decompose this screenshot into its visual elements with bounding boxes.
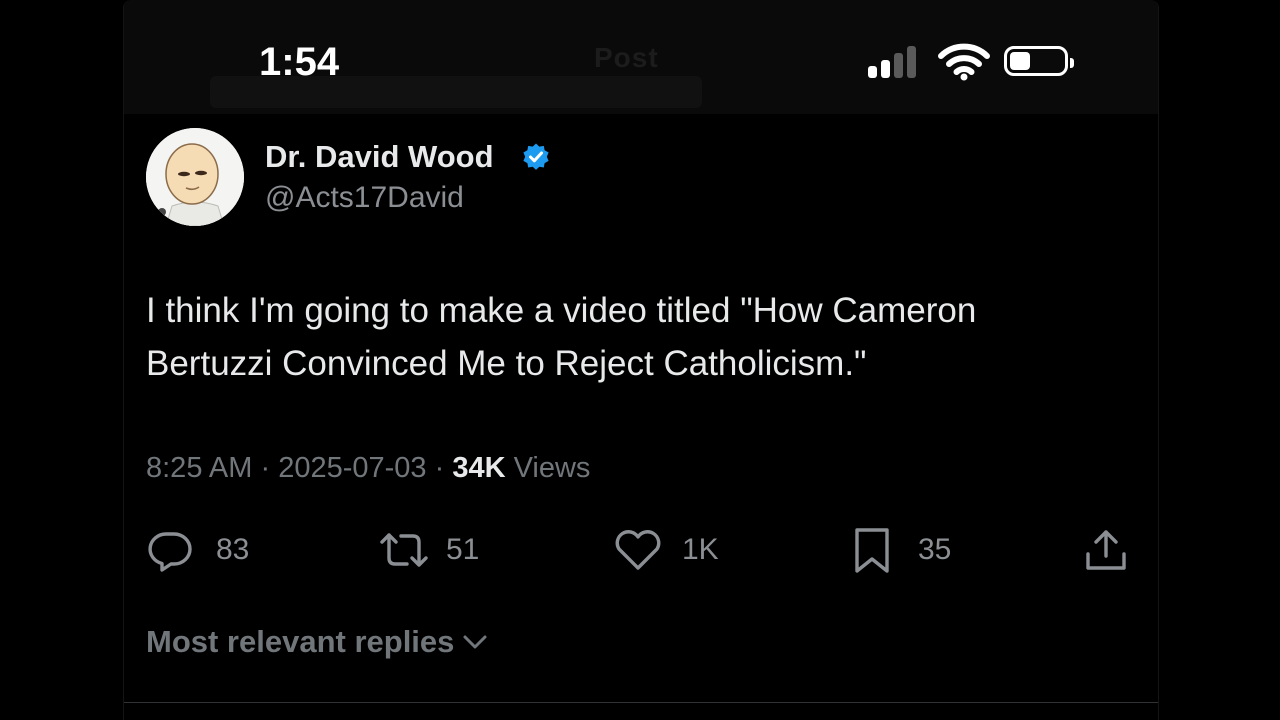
cellular-signal-icon <box>868 44 922 78</box>
avatar-image <box>146 128 244 226</box>
like-count: 1K <box>682 533 719 566</box>
meta-separator: · <box>260 452 279 484</box>
reply-icon <box>148 532 192 572</box>
replies-sort-dropdown[interactable]: Most relevant replies <box>146 624 488 660</box>
status-time: 1:54 <box>259 40 340 84</box>
views-count[interactable]: 34K <box>452 452 505 484</box>
heart-icon <box>615 530 661 570</box>
like-button[interactable]: 1K <box>612 526 719 574</box>
author-handle[interactable]: @Acts17David <box>265 181 464 215</box>
tweet-metadata: 8:25 AM · 2025-07-03 · 34K Views <box>146 452 590 485</box>
repost-count: 51 <box>446 533 480 566</box>
bookmark-button[interactable]: 35 <box>850 526 951 574</box>
tweet-date[interactable]: 2025-07-03 <box>278 452 426 484</box>
repost-button[interactable]: 51 <box>376 526 479 574</box>
replies-sort-label: Most relevant replies <box>146 624 455 659</box>
status-bar: Post 1:54 <box>124 0 1158 114</box>
tweet-text: I think I'm going to make a video titled… <box>146 291 977 383</box>
verified-badge-icon <box>523 143 549 170</box>
repost-icon <box>380 533 428 567</box>
avatar[interactable] <box>146 128 244 226</box>
bookmark-icon <box>855 528 889 573</box>
section-divider <box>124 702 1158 703</box>
bookmark-count: 35 <box>918 533 952 566</box>
chevron-down-icon <box>463 635 487 649</box>
wifi-icon <box>938 43 990 81</box>
phone-screen: Post 1:54 Dr. David Wood @Acts17David I … <box>123 0 1159 720</box>
author-display-name[interactable]: Dr. David Wood <box>265 139 494 175</box>
battery-icon <box>1004 46 1074 76</box>
share-icon <box>1086 530 1126 570</box>
reply-count: 83 <box>216 533 250 566</box>
views-label: Views <box>513 452 591 484</box>
reply-button[interactable]: 83 <box>146 526 249 574</box>
tweet-time[interactable]: 8:25 AM <box>146 452 252 484</box>
meta-separator: · <box>434 452 453 484</box>
share-button[interactable] <box>1082 526 1130 574</box>
header-title: Post <box>594 42 659 73</box>
